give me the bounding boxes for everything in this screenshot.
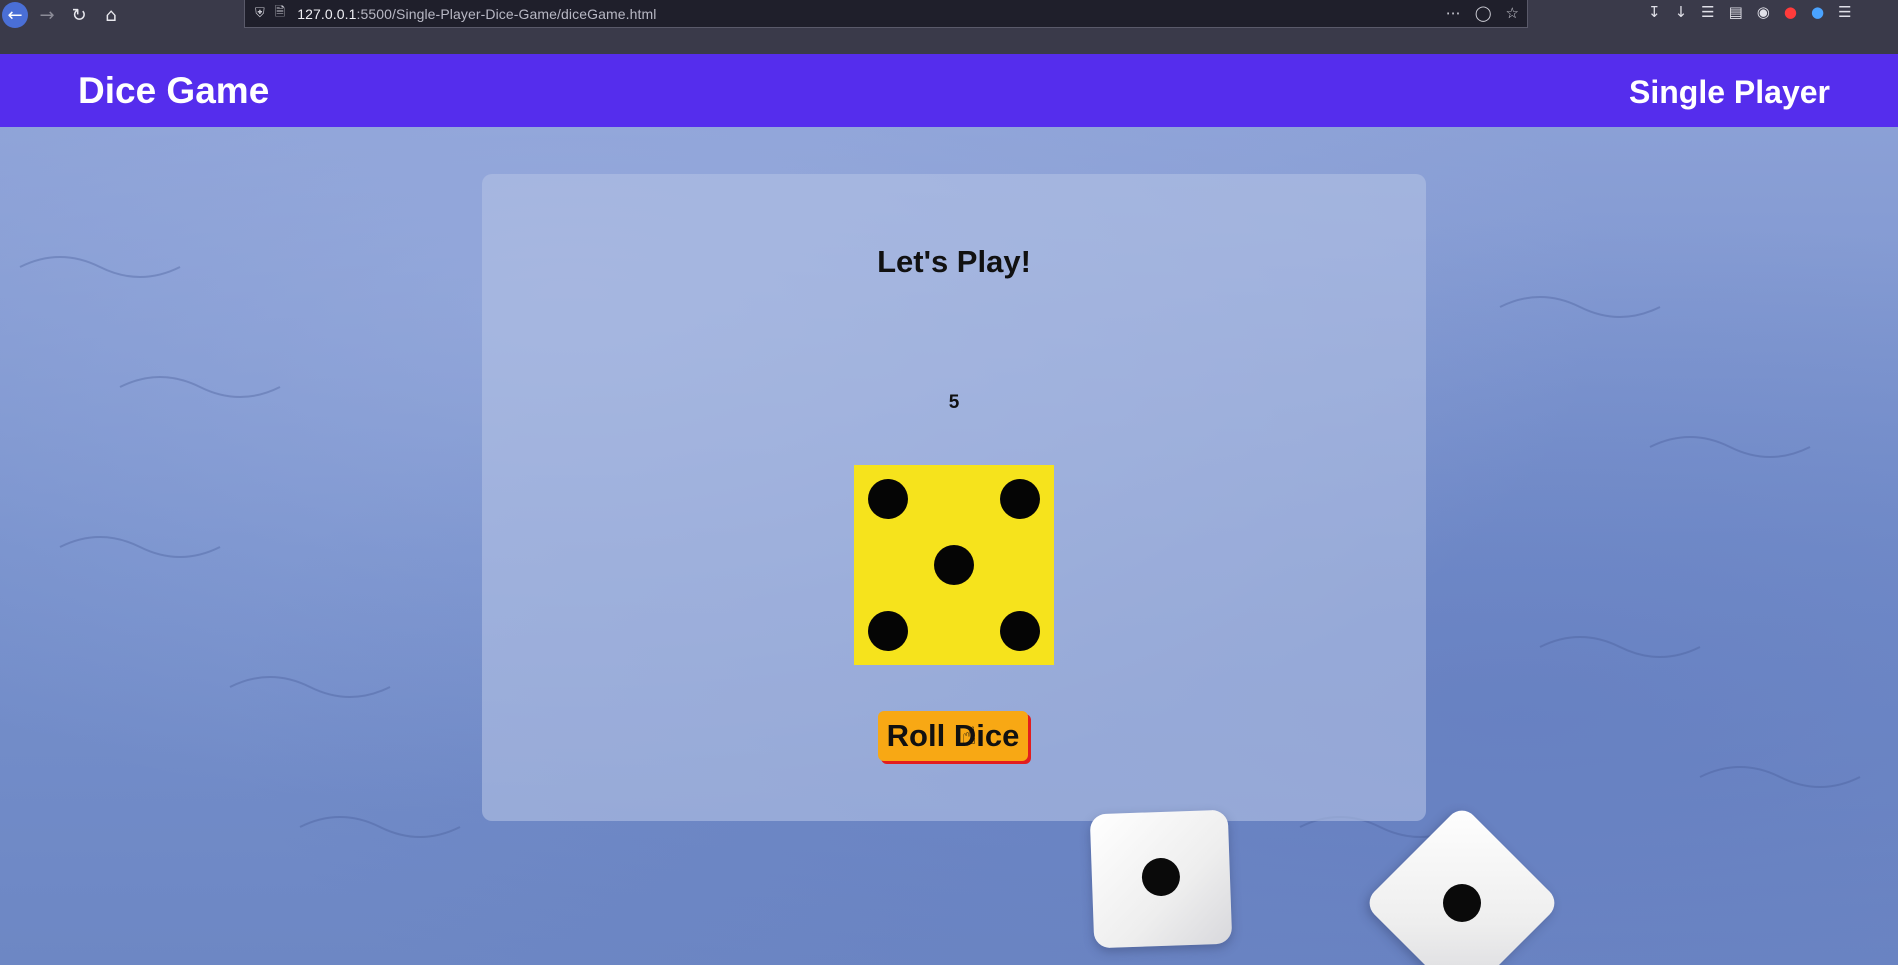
- site-title: Dice Game: [78, 70, 270, 111]
- die-pip: [934, 545, 974, 585]
- sidebar-icon[interactable]: ▤: [1729, 3, 1743, 21]
- url-text[interactable]: 127.0.0.1:5500/Single-Player-Dice-Game/d…: [297, 6, 656, 22]
- pocket-icon[interactable]: ◯: [1475, 4, 1492, 22]
- mode-label: Single Player: [1629, 74, 1830, 110]
- download-icon[interactable]: ↓: [1675, 3, 1688, 21]
- reload-icon[interactable]: ↻: [66, 2, 92, 28]
- die-pip: [868, 479, 908, 519]
- game-heading: Let's Play!: [877, 244, 1031, 279]
- die-pip: [1141, 857, 1181, 897]
- more-icon[interactable]: ⋯: [1446, 4, 1461, 22]
- die-pip: [1000, 611, 1040, 651]
- die-face-five: [854, 465, 1054, 665]
- page-icon: 🗎: [274, 4, 286, 20]
- die-pip: [1000, 479, 1040, 519]
- menu-icon[interactable]: ☰: [1838, 3, 1851, 21]
- home-icon[interactable]: ⌂: [98, 2, 124, 28]
- url-host: 127.0.0.1: [297, 5, 357, 22]
- url-path: :5500/Single-Player-Dice-Game/diceGame.h…: [356, 5, 657, 22]
- back-arrow-icon[interactable]: ←: [2, 2, 28, 28]
- roll-dice-button[interactable]: Roll Dice: [878, 711, 1028, 761]
- extension-2-icon[interactable]: ●: [1811, 3, 1824, 21]
- account-icon[interactable]: ◉: [1757, 3, 1770, 21]
- shield-icon[interactable]: ⛨: [255, 6, 265, 21]
- decorative-die-left: [1089, 809, 1233, 949]
- hand-cursor-icon: ☝: [962, 722, 977, 750]
- address-bar[interactable]: ⛨ 🗎 127.0.0.1:5500/Single-Player-Dice-Ga…: [244, 0, 1528, 28]
- download-manager-icon[interactable]: ↧: [1648, 3, 1661, 21]
- site-header: Dice Game Single Player: [0, 54, 1898, 127]
- die-pip: [868, 611, 908, 651]
- browser-toolbar: ← → ↻ ⌂ ⛨ 🗎 127.0.0.1:5500/Single-Player…: [0, 0, 1898, 54]
- library-icon[interactable]: ☰: [1701, 3, 1714, 21]
- die-pip: [1435, 876, 1489, 930]
- star-icon[interactable]: ☆: [1506, 4, 1519, 22]
- forward-arrow-icon[interactable]: →: [34, 2, 60, 28]
- roll-result: 5: [948, 392, 960, 413]
- extension-icon[interactable]: ●: [1784, 3, 1797, 21]
- game-card: Let's Play! 5 Roll Dice: [482, 174, 1426, 821]
